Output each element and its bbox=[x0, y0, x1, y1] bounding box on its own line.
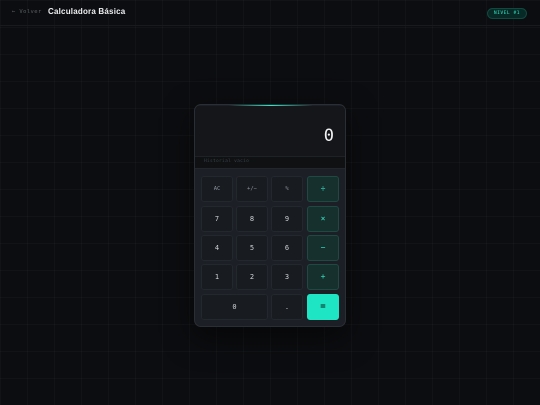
digit-4-button[interactable]: 4 bbox=[201, 235, 233, 261]
clear-button[interactable]: AC bbox=[201, 176, 233, 202]
calculator-display: 0 bbox=[195, 106, 345, 156]
digit-6-button[interactable]: 6 bbox=[271, 235, 303, 261]
expression-bar: Historial vacío bbox=[195, 156, 345, 169]
page-title: Calculadora Básica bbox=[48, 7, 126, 16]
divide-button[interactable]: ÷ bbox=[307, 176, 339, 202]
digit-0-button[interactable]: 0 bbox=[201, 294, 268, 320]
top-bar: ← Volver Calculadora Básica NIVEL #1 bbox=[0, 0, 540, 26]
sign-toggle-button[interactable]: +/− bbox=[236, 176, 268, 202]
digit-2-button[interactable]: 2 bbox=[236, 264, 268, 290]
digit-1-button[interactable]: 1 bbox=[201, 264, 233, 290]
level-badge: NIVEL #1 bbox=[486, 8, 527, 19]
display-value: 0 bbox=[323, 126, 334, 146]
digit-5-button[interactable]: 5 bbox=[236, 235, 268, 261]
subtract-button[interactable]: − bbox=[307, 235, 339, 261]
back-link[interactable]: ← Volver bbox=[12, 9, 42, 15]
add-button[interactable]: + bbox=[307, 264, 339, 290]
digit-8-button[interactable]: 8 bbox=[236, 206, 268, 232]
digit-7-button[interactable]: 7 bbox=[201, 206, 233, 232]
decimal-button[interactable]: . bbox=[271, 294, 303, 320]
history-text: Historial vacío bbox=[204, 159, 250, 164]
digit-3-button[interactable]: 3 bbox=[271, 264, 303, 290]
multiply-button[interactable]: × bbox=[307, 206, 339, 232]
digit-9-button[interactable]: 9 bbox=[271, 206, 303, 232]
calculator: 0 Historial vacío AC +/− % ÷ 7 8 9 × 4 5… bbox=[194, 104, 346, 327]
equals-button[interactable]: = bbox=[307, 294, 339, 320]
percent-button[interactable]: % bbox=[271, 176, 303, 202]
